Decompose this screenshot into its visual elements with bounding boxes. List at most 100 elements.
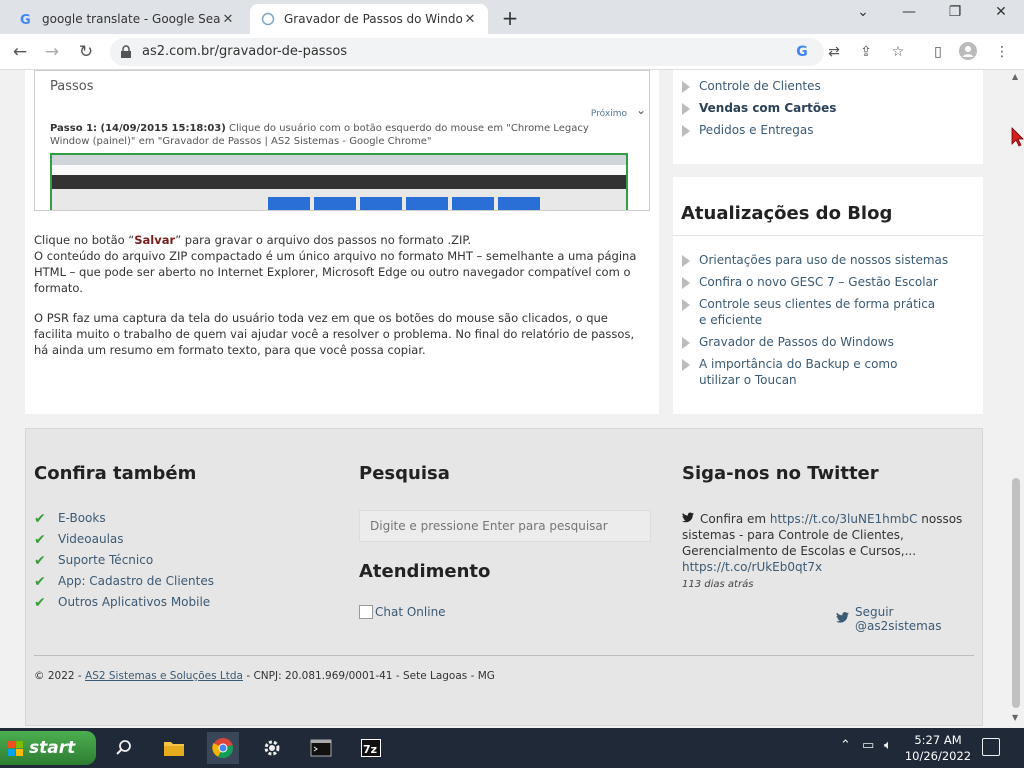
notification-icon[interactable] <box>982 738 1000 756</box>
restore-button[interactable]: ❐ <box>940 4 970 20</box>
reload-button[interactable]: ↻ <box>74 40 98 64</box>
windows-flag-icon <box>8 740 23 756</box>
next-link[interactable]: Próximo <box>591 109 627 119</box>
minimize-button[interactable]: — <box>894 4 924 20</box>
steps-embed[interactable]: Passos Próximo Passo 1: (14/09/2015 15:1… <box>34 70 650 211</box>
google-lens-icon[interactable]: G <box>792 42 812 62</box>
footer-link-videoaulas[interactable]: ✔ Videoaulas <box>34 531 214 552</box>
7zip-icon[interactable]: 7z <box>355 732 387 764</box>
tweet-link[interactable]: https://t.co/rUkEb0qt7x <box>682 560 822 574</box>
tab-search-icon[interactable]: ⌄ <box>848 4 878 20</box>
sidebar-blog-card: Atualizações do Blog Orientações para us… <box>673 177 983 414</box>
tweet-link[interactable]: https://t.co/3luNE1hmbC <box>770 512 918 526</box>
sidebar-item-vendas-cartoes[interactable]: Vendas com Cartões <box>681 100 836 116</box>
close-icon[interactable]: ✕ <box>220 12 236 27</box>
page-scrollbar[interactable]: ▲ ▼ <box>1008 70 1024 728</box>
tab-title: google translate - Google Search <box>42 12 220 26</box>
search-input[interactable] <box>359 510 651 542</box>
salvar-highlight: Salvar <box>134 233 176 247</box>
sidebar-item-controle-clientes[interactable]: Controle de Clientes <box>681 78 836 94</box>
footer-link-ebooks[interactable]: ✔ E-Books <box>34 510 214 531</box>
back-button[interactable]: ← <box>8 40 32 64</box>
close-icon[interactable]: ✕ <box>462 12 478 27</box>
copyright: © 2022 - AS2 Sistemas e Soluções Ltda - … <box>34 670 495 682</box>
tweet: Confira em https://t.co/3luNE1hmbC nosso… <box>682 511 963 590</box>
footer-link-app-cadastro[interactable]: ✔ App: Cadastro de Clientes <box>34 573 214 594</box>
forward-button[interactable]: → <box>40 40 64 64</box>
side-panel-icon[interactable]: ▯ <box>928 42 948 62</box>
follow-twitter-link[interactable]: Seguir @as2sistemas <box>836 605 982 633</box>
chevron-up-icon[interactable]: ⌃ <box>840 738 851 753</box>
blog-item[interactable]: Controle seus clientes de forma prática … <box>681 296 941 328</box>
check-icon: ✔ <box>34 532 46 548</box>
loading-spinner-icon <box>260 11 276 27</box>
blog-item[interactable]: A importância do Backup e como utilizar … <box>681 356 941 388</box>
tab-gravador-de-passos[interactable]: Gravador de Passos do Windows ✕ <box>250 4 488 34</box>
translate-icon[interactable]: ⇄ <box>824 42 844 62</box>
file-explorer-icon[interactable] <box>158 732 190 764</box>
blog-item[interactable]: Orientações para uso de nossos sistemas <box>681 252 948 268</box>
taskbar: start 7z ⌃ ▭ 🔈︎ 5:27 AM 10/26/2022 <box>0 728 1024 768</box>
step-screenshot <box>50 153 628 210</box>
sidebar-products-card: Controle de Clientes Vendas com Cartões … <box>673 70 983 164</box>
network-icon[interactable]: ▭ <box>862 738 874 753</box>
twitter-bird-icon <box>682 511 696 527</box>
chevron-down-icon[interactable]: ⌄ <box>636 103 646 117</box>
lock-icon <box>120 44 132 63</box>
new-tab-button[interactable]: + <box>498 6 522 30</box>
clock[interactable]: 5:27 AM 10/26/2022 <box>900 732 976 764</box>
start-button[interactable]: start <box>0 731 96 765</box>
chat-online-link[interactable]: Chat Online <box>359 605 446 619</box>
triangle-bullet-icon <box>682 359 690 371</box>
check-icon: ✔ <box>34 595 46 611</box>
share-icon[interactable]: ⇪ <box>856 42 876 62</box>
settings-gear-icon[interactable] <box>256 732 288 764</box>
close-window-button[interactable]: ✕ <box>986 4 1016 20</box>
tab-google-search[interactable]: G google translate - Google Search ✕ <box>8 4 246 34</box>
footer-link-outros-apps[interactable]: ✔ Outros Aplicativos Mobile <box>34 594 214 615</box>
tweet-age: 113 dias atrás <box>682 579 754 590</box>
bookmark-star-icon[interactable]: ☆ <box>888 42 908 62</box>
mouse-cursor-icon <box>1011 127 1024 151</box>
menu-kebab-icon[interactable]: ⋮ <box>992 42 1012 62</box>
blog-heading: Atualizações do Blog <box>681 203 893 224</box>
scroll-down-icon: ▼ <box>1012 713 1019 722</box>
footer-heading-confira: Confira também <box>34 463 197 484</box>
triangle-bullet-icon <box>682 299 690 311</box>
check-icon: ✔ <box>34 574 46 590</box>
footer-heading-atendimento: Atendimento <box>359 561 491 582</box>
page-content: Passos Próximo Passo 1: (14/09/2015 15:1… <box>0 70 1008 728</box>
scrollbar-thumb[interactable] <box>1012 478 1020 708</box>
check-icon: ✔ <box>34 511 46 527</box>
triangle-bullet-icon <box>682 103 690 115</box>
triangle-bullet-icon <box>682 277 690 289</box>
clock-date: 10/26/2022 <box>904 749 972 763</box>
terminal-icon[interactable] <box>305 732 337 764</box>
browser-toolbar: ← → ↻ as2.com.br/gravador-de-passos G ⇄ … <box>0 34 1024 70</box>
check-icon: ✔ <box>34 553 46 569</box>
article-paragraph: O PSR faz uma captura da tela do usuário… <box>34 311 635 357</box>
site-footer: Confira também ✔ E-Books ✔ Videoaulas ✔ Sup… <box>25 428 983 726</box>
volume-icon[interactable]: 🔈︎ <box>884 738 892 753</box>
blog-item[interactable]: Gravador de Passos do Windows <box>681 334 948 350</box>
step-description: Passo 1: (14/09/2015 15:18:03) Clique do… <box>50 122 630 148</box>
company-link[interactable]: AS2 Sistemas e Soluções Ltda <box>85 670 243 682</box>
profile-avatar-icon[interactable] <box>958 42 978 62</box>
blog-item[interactable]: Confira o novo GESC 7 – Gestão Escolar <box>681 274 948 290</box>
broken-image-icon <box>359 605 373 619</box>
tab-strip: G google translate - Google Search ✕ Gra… <box>0 0 1024 34</box>
chrome-icon[interactable] <box>207 732 239 764</box>
url-text: as2.com.br/gravador-de-passos <box>142 44 348 59</box>
svg-text:7z: 7z <box>363 743 377 756</box>
google-g-icon: G <box>18 11 34 27</box>
address-bar[interactable]: as2.com.br/gravador-de-passos <box>110 38 824 66</box>
twitter-bird-icon <box>836 612 849 626</box>
triangle-bullet-icon <box>682 337 690 349</box>
search-icon[interactable] <box>108 732 140 764</box>
triangle-bullet-icon <box>682 81 690 93</box>
sidebar-item-pedidos-entregas[interactable]: Pedidos e Entregas <box>681 122 836 138</box>
triangle-bullet-icon <box>682 125 690 137</box>
steps-title: Passos <box>50 79 94 94</box>
footer-link-suporte[interactable]: ✔ Suporte Técnico <box>34 552 214 573</box>
clock-time: 5:27 AM <box>914 733 962 747</box>
